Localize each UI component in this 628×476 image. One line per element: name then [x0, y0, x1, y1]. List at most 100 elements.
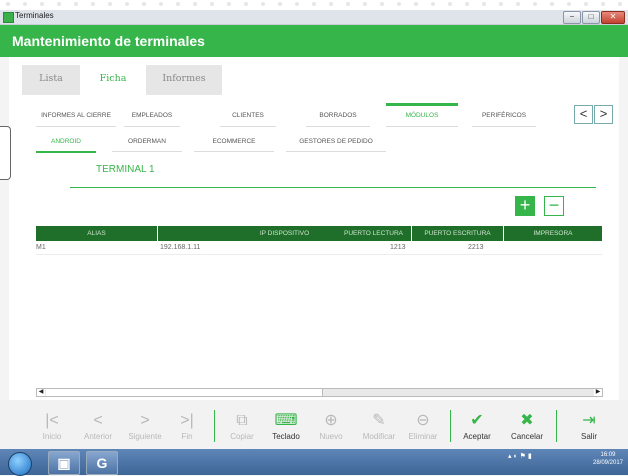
- tab-informes[interactable]: Informes: [146, 65, 222, 95]
- next-icon: >: [140, 412, 150, 429]
- clock-time: 16:09: [600, 452, 616, 458]
- cell-alias[interactable]: M1: [36, 242, 46, 254]
- cell-ip[interactable]: 192.168.1.11: [160, 242, 200, 254]
- toolbar-separator: [450, 410, 451, 442]
- subtab-ecommerce[interactable]: ECOMMERCE: [194, 133, 274, 152]
- decorative-dot: [278, 2, 282, 6]
- table-row[interactable]: M1 192.168.1.11 1213 2213: [36, 242, 602, 255]
- close-button[interactable]: ✕: [601, 11, 625, 24]
- nuevo-button[interactable]: ⊕ Nuevo: [308, 400, 354, 449]
- decorative-dot: [244, 2, 248, 6]
- scroll-right-button[interactable]: ▶: [594, 389, 602, 396]
- exit-icon: ⇥: [582, 412, 596, 429]
- top-decorative-strip: [0, 0, 628, 10]
- module-tab-perifericos[interactable]: PERIFÉRICOS: [472, 106, 536, 127]
- decorative-dot: [584, 2, 588, 6]
- col-impresora[interactable]: IMPRESORA: [504, 226, 602, 241]
- siguiente-button[interactable]: > Siguiente: [122, 400, 168, 449]
- decorative-dot: [431, 2, 435, 6]
- salir-button[interactable]: ⇥ Salir: [566, 400, 612, 449]
- cell-puerto-lectura[interactable]: 1213: [390, 242, 406, 254]
- side-panel-handle[interactable]: [0, 126, 11, 180]
- decorative-dot: [329, 2, 333, 6]
- toolbar-separator: [214, 410, 215, 442]
- window-title: Terminales: [15, 11, 54, 20]
- module-tab-clientes[interactable]: CLIENTES: [220, 106, 276, 127]
- scroll-left-button[interactable]: ◀: [37, 389, 45, 396]
- cancel-icon: ✖: [520, 412, 534, 429]
- decorative-dot: [6, 2, 10, 6]
- clock-date: 28/09/2017: [592, 460, 624, 466]
- col-alias[interactable]: ALIAS: [36, 226, 158, 241]
- minus-icon: ⊖: [416, 412, 430, 429]
- fin-button[interactable]: >| Fin: [164, 400, 210, 449]
- col-puerto-lectura[interactable]: PUERTO LECTURA: [336, 226, 412, 241]
- aceptar-button[interactable]: ✔ Aceptar: [454, 400, 500, 449]
- bottom-toolbar: |< Inicio < Anterior > Siguiente >| Fin …: [0, 400, 628, 449]
- inicio-button[interactable]: |< Inicio: [29, 400, 75, 449]
- minimize-button[interactable]: −: [563, 11, 581, 24]
- decorative-dot: [550, 2, 554, 6]
- check-icon: ✔: [470, 412, 484, 429]
- decorative-dot: [533, 2, 537, 6]
- decorative-dot: [414, 2, 418, 6]
- modificar-button[interactable]: ✎ Modificar: [356, 400, 402, 449]
- taskbar-app-g[interactable]: G: [86, 451, 118, 475]
- tab-lista[interactable]: Lista: [22, 65, 80, 95]
- android-app-icon[interactable]: ▣: [48, 451, 80, 475]
- terminal-divider: [70, 187, 596, 188]
- tab-ficha[interactable]: Ficha: [84, 65, 142, 95]
- eliminar-button[interactable]: ⊖ Eliminar: [400, 400, 446, 449]
- module-tab-modulos[interactable]: MÓDULOS: [386, 103, 458, 127]
- decorative-dot: [346, 2, 350, 6]
- decorative-dot: [380, 2, 384, 6]
- maximize-button[interactable]: □: [582, 11, 600, 24]
- decorative-dot: [74, 2, 78, 6]
- plus-icon: ⊕: [324, 412, 338, 429]
- decorative-dot: [567, 2, 571, 6]
- app-icon: [3, 12, 14, 23]
- outer-tabbar: Lista Ficha Informes: [22, 65, 617, 98]
- cell-puerto-escritura[interactable]: 2213: [468, 242, 484, 254]
- tabs-prev-button[interactable]: <: [574, 105, 593, 124]
- decorative-dot: [312, 2, 316, 6]
- decorative-dot: [108, 2, 112, 6]
- decorative-dot: [516, 2, 520, 6]
- cancelar-button[interactable]: ✖ Cancelar: [504, 400, 550, 449]
- system-tray-icons[interactable]: ▴ ◐ ⚑ ▮: [508, 452, 532, 460]
- decorative-dot: [227, 2, 231, 6]
- add-row-button[interactable]: +: [515, 196, 535, 216]
- module-tab-informes-cierre[interactable]: INFORMES AL CIERRE: [36, 106, 116, 127]
- horizontal-scrollbar[interactable]: ◀ ▶: [36, 388, 603, 397]
- remove-row-button[interactable]: −: [544, 196, 564, 216]
- module-tab-empleados[interactable]: EMPLEADOS: [124, 106, 180, 127]
- decorative-dot: [210, 2, 214, 6]
- anterior-button[interactable]: < Anterior: [75, 400, 121, 449]
- first-icon: |<: [45, 412, 59, 429]
- decorative-dot: [295, 2, 299, 6]
- keyboard-icon: ⌨: [274, 412, 298, 429]
- subtab-orderman[interactable]: ORDERMAN: [112, 133, 182, 152]
- start-button[interactable]: [8, 452, 32, 476]
- decorative-dot: [57, 2, 61, 6]
- subtab-gestores-pedido[interactable]: GESTORES DE PEDIDO: [286, 133, 386, 152]
- copiar-button[interactable]: ⧉ Copiar: [219, 400, 265, 449]
- taskbar-clock[interactable]: 16:09 28/09/2017: [590, 451, 626, 467]
- decorative-dot: [261, 2, 265, 6]
- decorative-dot: [125, 2, 129, 6]
- prev-icon: <: [93, 412, 103, 429]
- module-tab-borrados[interactable]: BORRADOS: [306, 106, 370, 127]
- decorative-dot: [482, 2, 486, 6]
- decorative-dot: [176, 2, 180, 6]
- col-puerto-escritura[interactable]: PUERTO ESCRITURA: [412, 226, 504, 241]
- decorative-dot: [193, 2, 197, 6]
- subtab-android[interactable]: ANDROID: [36, 133, 96, 153]
- scroll-thumb[interactable]: [46, 389, 323, 396]
- teclado-button[interactable]: ⌨ Teclado: [263, 400, 309, 449]
- decorative-dot: [499, 2, 503, 6]
- decorative-dot: [448, 2, 452, 6]
- tabs-next-button[interactable]: >: [594, 105, 613, 124]
- app-header: Mantenimiento de terminales: [0, 25, 628, 57]
- decorative-dot: [465, 2, 469, 6]
- grid-header: ALIAS IP DISPOSITIVO PUERTO LECTURA PUER…: [36, 226, 602, 241]
